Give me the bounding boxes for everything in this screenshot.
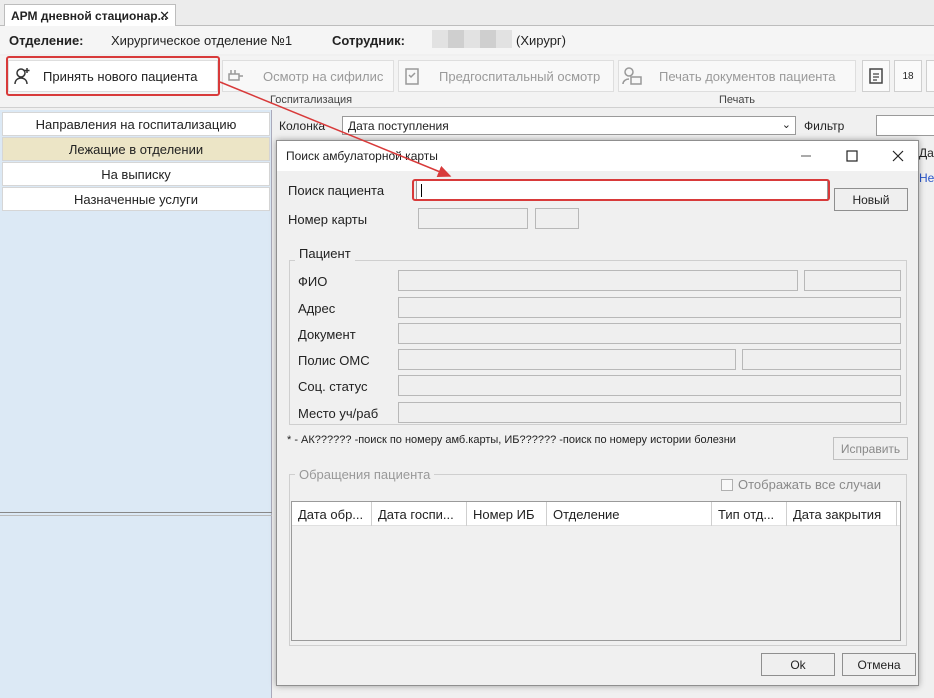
minimize-icon[interactable] bbox=[795, 145, 817, 167]
person-print-icon bbox=[619, 66, 645, 86]
sidebar: Направления на госпитализацию Лежащие в … bbox=[0, 110, 272, 698]
prehospital-exam-button[interactable]: Предгоспитальный осмотр bbox=[398, 60, 614, 92]
sidebar-splitter[interactable] bbox=[0, 512, 272, 516]
requests-group-title: Обращения пациента bbox=[295, 467, 435, 482]
more-icon[interactable] bbox=[926, 60, 934, 92]
social-status-label: Соц. статус bbox=[298, 379, 368, 394]
group-print: Печать bbox=[719, 94, 756, 106]
sidebar-item-referrals[interactable]: Направления на госпитализацию bbox=[2, 112, 270, 136]
grid-link-peek[interactable]: Не bbox=[919, 171, 934, 185]
microscope-icon bbox=[223, 66, 249, 86]
sidebar-item-discharge[interactable]: На выписку bbox=[2, 162, 270, 186]
close-icon[interactable]: ✕ bbox=[159, 8, 170, 24]
print-docs-label: Печать документов пациента bbox=[659, 68, 836, 84]
workplace-field[interactable] bbox=[398, 402, 901, 423]
report-icon[interactable] bbox=[862, 60, 890, 92]
column-select[interactable]: Дата поступления ⌄ bbox=[342, 116, 796, 135]
calendar-number: 18 bbox=[902, 70, 914, 82]
close-icon[interactable] bbox=[887, 145, 909, 167]
oms-label: Полис ОМС bbox=[298, 353, 370, 368]
redacted-employee-name bbox=[432, 30, 512, 48]
fix-button[interactable]: Исправить bbox=[833, 437, 908, 460]
address-label: Адрес bbox=[298, 301, 336, 316]
oms-field[interactable] bbox=[398, 349, 736, 370]
card-number-input[interactable] bbox=[418, 208, 528, 229]
card-number-label: Номер карты bbox=[288, 212, 368, 227]
col-request-date[interactable]: Дата обр... bbox=[292, 502, 372, 526]
document-label: Документ bbox=[298, 327, 356, 342]
show-all-checkbox[interactable]: Отображать все случаи bbox=[721, 477, 881, 492]
chevron-down-icon: ⌄ bbox=[781, 119, 791, 131]
print-documents-button[interactable]: Печать документов пациента bbox=[618, 60, 856, 92]
tab-bar: АРМ дневной стационар... ✕ bbox=[0, 0, 934, 26]
address-field[interactable] bbox=[398, 297, 901, 318]
department-label: Отделение: bbox=[9, 33, 84, 48]
col-hosp-date[interactable]: Дата госпи... bbox=[372, 502, 467, 526]
requests-table: Дата обр... Дата госпи... Номер ИБ Отдел… bbox=[291, 501, 901, 641]
sidebar-item-inpatients[interactable]: Лежащие в отделении bbox=[2, 137, 270, 161]
filter-label: Фильтр bbox=[804, 119, 845, 133]
oms-number-field[interactable] bbox=[742, 349, 901, 370]
show-all-label: Отображать все случаи bbox=[738, 477, 881, 492]
fio-label: ФИО bbox=[298, 274, 328, 289]
prehosp-label: Предгоспитальный осмотр bbox=[439, 68, 601, 84]
card-number-suffix-input[interactable] bbox=[535, 208, 579, 229]
department-value: Хирургическое отделение №1 bbox=[111, 33, 293, 48]
syphilis-label: Осмотр на сифилис bbox=[263, 68, 384, 84]
col-department[interactable]: Отделение bbox=[547, 502, 712, 526]
clipboard-icon bbox=[399, 66, 425, 86]
requests-table-header: Дата обр... Дата госпи... Номер ИБ Отдел… bbox=[292, 502, 900, 526]
column-value: Дата поступления bbox=[348, 119, 449, 133]
group-hospitalization: Госпитализация bbox=[270, 94, 353, 106]
maximize-icon[interactable] bbox=[841, 145, 863, 167]
fio-field[interactable] bbox=[398, 270, 798, 291]
calendar-icon[interactable]: 18 bbox=[894, 60, 922, 92]
column-label: Колонка bbox=[279, 119, 326, 133]
filter-input[interactable] bbox=[876, 115, 934, 136]
tab-title: АРМ дневной стационар... bbox=[11, 8, 168, 23]
tab-arm[interactable]: АРМ дневной стационар... ✕ bbox=[4, 4, 176, 26]
sidebar-item-services[interactable]: Назначенные услуги bbox=[2, 187, 270, 211]
cancel-button[interactable]: Отмена bbox=[842, 653, 916, 676]
col-ib-number[interactable]: Номер ИБ bbox=[467, 502, 547, 526]
document-field[interactable] bbox=[398, 323, 901, 344]
dialog-titlebar: Поиск амбулаторной карты bbox=[277, 141, 918, 171]
social-status-field[interactable] bbox=[398, 375, 901, 396]
checkbox-icon bbox=[721, 478, 733, 491]
employee-label: Сотрудник: bbox=[332, 33, 405, 48]
col-close-date[interactable]: Дата закрытия bbox=[787, 502, 897, 526]
col-dept-type[interactable]: Тип отд... bbox=[712, 502, 787, 526]
search-hint: * - АК?????? -поиск по номеру амб.карты,… bbox=[287, 434, 736, 446]
dialog-title: Поиск амбулаторной карты bbox=[286, 149, 438, 163]
employee-role: (Хирург) bbox=[516, 33, 567, 48]
syphilis-exam-button[interactable]: Осмотр на сифилис bbox=[222, 60, 394, 92]
new-button[interactable]: Новый bbox=[834, 188, 908, 211]
patient-group-title: Пациент bbox=[295, 246, 355, 261]
ambulatory-card-search-dialog: Поиск амбулаторной карты Поиск пациента … bbox=[276, 140, 919, 686]
highlight-search-input bbox=[412, 179, 830, 201]
highlight-admit-button bbox=[6, 56, 220, 96]
grid-header-peek: Да bbox=[919, 146, 934, 160]
fio-extra-field[interactable] bbox=[804, 270, 901, 291]
workplace-label: Место уч/раб bbox=[298, 406, 379, 421]
search-patient-label: Поиск пациента bbox=[288, 183, 385, 198]
ok-button[interactable]: Ok bbox=[761, 653, 835, 676]
